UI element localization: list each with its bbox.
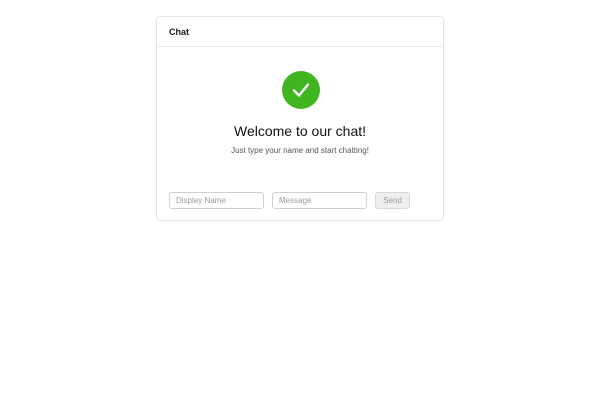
welcome-title: Welcome to our chat! bbox=[233, 123, 367, 139]
card-title: Chat bbox=[169, 26, 189, 37]
page: Chat Welcome to our chat! Just type your… bbox=[0, 0, 600, 409]
card-header: Chat bbox=[157, 17, 443, 47]
display-name-input[interactable] bbox=[169, 192, 264, 209]
chat-card: Chat Welcome to our chat! Just type your… bbox=[156, 16, 444, 221]
send-button[interactable]: Send bbox=[375, 192, 410, 209]
card-body: Welcome to our chat! Just type your name… bbox=[157, 47, 443, 221]
checkmark-icon bbox=[292, 83, 310, 97]
welcome-subtitle: Just type your name and start chatting! bbox=[231, 146, 369, 155]
message-input[interactable] bbox=[272, 192, 367, 209]
check-circle-icon bbox=[282, 71, 320, 109]
